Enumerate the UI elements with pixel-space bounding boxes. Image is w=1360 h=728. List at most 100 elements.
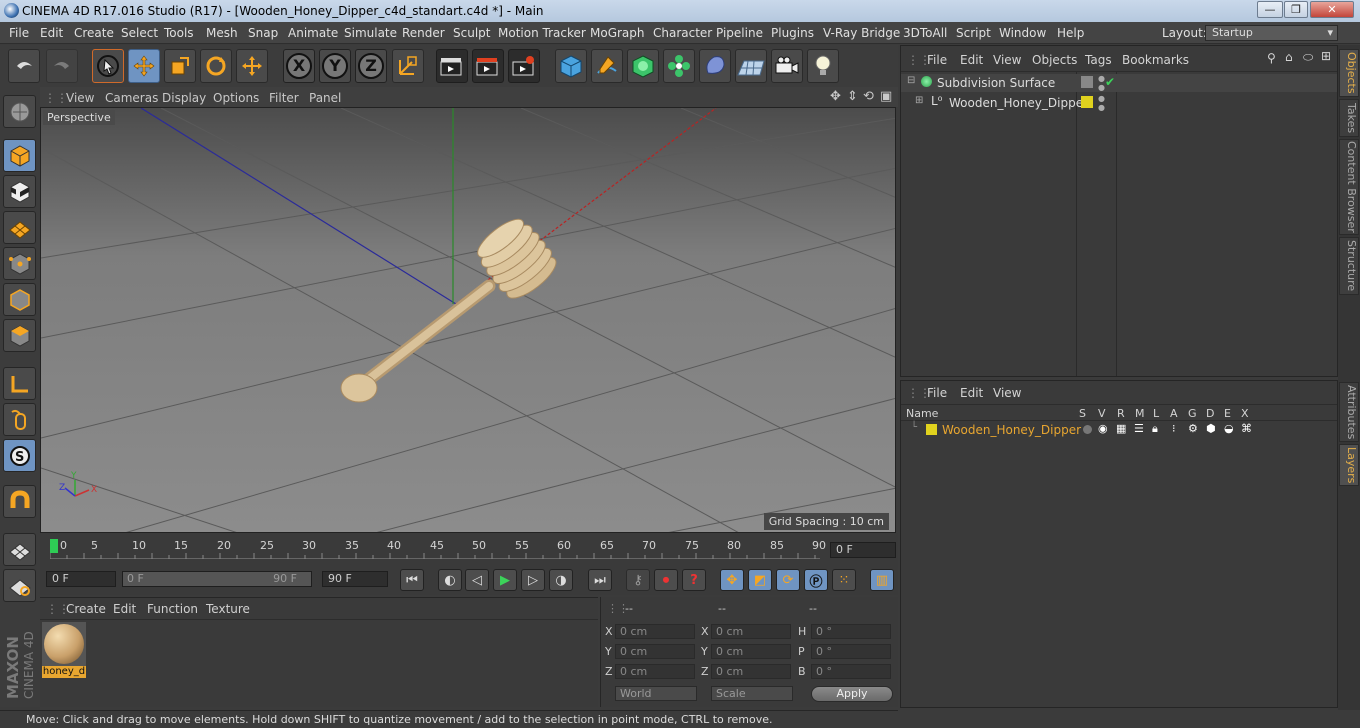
object-menu-bookmarks[interactable]: Bookmarks bbox=[1122, 53, 1189, 67]
generator-icon[interactable]: ⚙ bbox=[1188, 422, 1198, 435]
next-frame-button[interactable]: ▷ bbox=[521, 569, 545, 591]
menu-simulate[interactable]: Simulate bbox=[344, 26, 397, 40]
menu-file[interactable]: File bbox=[9, 26, 29, 40]
move-tool-button[interactable] bbox=[128, 49, 160, 83]
new-window-icon[interactable]: ⊞ bbox=[1321, 49, 1331, 63]
tab-structure[interactable]: Structure bbox=[1339, 237, 1359, 295]
maximize-button[interactable]: ❐ bbox=[1284, 1, 1308, 18]
layer-menu-edit[interactable]: Edit bbox=[960, 386, 983, 400]
enabled-check-icon[interactable]: ✔ bbox=[1105, 75, 1115, 89]
viewport-menu-panel[interactable]: Panel bbox=[309, 91, 341, 105]
rot-b-field[interactable]: 0 ° bbox=[811, 664, 891, 679]
rot-p-field[interactable]: 0 ° bbox=[811, 644, 891, 659]
menu-animate[interactable]: Animate bbox=[288, 26, 338, 40]
record-active-objects-button[interactable]: ⚷ bbox=[626, 569, 650, 591]
menu-window[interactable]: Window bbox=[999, 26, 1046, 40]
manager-icon[interactable]: ☰ bbox=[1134, 422, 1144, 435]
viewport-menu-cameras[interactable]: Cameras bbox=[105, 91, 158, 105]
tab-content-browser[interactable]: Content Browser bbox=[1339, 139, 1359, 235]
coordinate-system-button[interactable] bbox=[392, 49, 424, 83]
tab-attributes[interactable]: Attributes bbox=[1339, 382, 1359, 442]
layout-select[interactable]: Startup ▾ bbox=[1205, 25, 1338, 41]
search-icon[interactable]: ⚲ bbox=[1267, 51, 1276, 65]
perspective-viewport[interactable]: Y X Z Perspective Grid Spacing : 10 cm bbox=[40, 107, 896, 533]
make-editable-button[interactable] bbox=[3, 95, 36, 128]
keyframe-selection-button[interactable]: ? bbox=[682, 569, 706, 591]
undo-button[interactable] bbox=[8, 49, 40, 83]
minimize-button[interactable]: — bbox=[1257, 1, 1283, 18]
polygons-mode-button[interactable] bbox=[3, 319, 36, 352]
menu-select[interactable]: Select bbox=[121, 26, 158, 40]
workplane-lock-button[interactable] bbox=[3, 533, 36, 566]
object-menu-file[interactable]: File bbox=[927, 53, 947, 67]
rotation-key-button[interactable]: ⟳ bbox=[776, 569, 800, 591]
rotate-tool-button[interactable] bbox=[200, 49, 232, 83]
pos-x-field[interactable]: 0 cm bbox=[615, 624, 695, 639]
object-menu-objects[interactable]: Objects bbox=[1032, 53, 1077, 67]
end-frame-field[interactable]: 90 F bbox=[322, 571, 388, 587]
material-swatch[interactable]: honey_d bbox=[42, 622, 86, 678]
timeline[interactable]: 0 5 10 15 20 25 30 35 40 45 50 55 60 65 … bbox=[40, 533, 898, 565]
menu-sculpt[interactable]: Sculpt bbox=[453, 26, 490, 40]
menu-edit[interactable]: Edit bbox=[40, 26, 63, 40]
visibility-dots-icon[interactable]: ● ● bbox=[1098, 94, 1105, 112]
x-axis-lock-button[interactable]: X bbox=[283, 49, 315, 83]
render-icon[interactable]: ▦ bbox=[1116, 422, 1126, 435]
layer-name[interactable]: Wooden_Honey_Dipper bbox=[942, 423, 1081, 437]
eye-icon[interactable]: ◉ bbox=[1098, 422, 1108, 435]
subdivision-surface-button[interactable] bbox=[627, 49, 659, 83]
render-picture-viewer-button[interactable] bbox=[472, 49, 504, 83]
menu-motion-tracker[interactable]: Motion Tracker bbox=[498, 26, 586, 40]
tab-layers[interactable]: Layers bbox=[1339, 444, 1359, 486]
viewport-rotate-icon[interactable]: ⟲ bbox=[863, 89, 874, 104]
position-key-button[interactable]: ✥ bbox=[720, 569, 744, 591]
enable-axis-button[interactable] bbox=[3, 367, 36, 400]
menu-tools[interactable]: Tools bbox=[164, 26, 194, 40]
deformer-button[interactable] bbox=[699, 49, 731, 83]
menu-mograph[interactable]: MoGraph bbox=[590, 26, 645, 40]
current-frame-field[interactable]: 0 F bbox=[830, 542, 896, 558]
workplane-align-button[interactable] bbox=[3, 569, 36, 602]
up-icon[interactable]: ⬭ bbox=[1303, 50, 1313, 65]
animation-icon[interactable]: ⁝ bbox=[1172, 422, 1176, 435]
size-x-field[interactable]: 0 cm bbox=[711, 624, 791, 639]
coordinate-mode-select[interactable]: World bbox=[615, 686, 697, 701]
tweak-mode-button[interactable] bbox=[3, 403, 36, 436]
deformer-icon[interactable]: ⬢ bbox=[1206, 422, 1216, 435]
menu-3dtoall[interactable]: 3DToAll bbox=[903, 26, 947, 40]
timeline-ruler[interactable]: 0 5 10 15 20 25 30 35 40 45 50 55 60 65 … bbox=[50, 539, 826, 559]
pen-spline-button[interactable] bbox=[591, 49, 623, 83]
workplane-mode-button[interactable] bbox=[3, 211, 36, 244]
size-mode-select[interactable]: Scale bbox=[711, 686, 793, 701]
material-menu-create[interactable]: Create bbox=[66, 602, 106, 616]
size-y-field[interactable]: 0 cm bbox=[711, 644, 791, 659]
rot-h-field[interactable]: 0 ° bbox=[811, 624, 891, 639]
frame-range-slider[interactable]: 0 F 90 F bbox=[122, 571, 312, 587]
menu-script[interactable]: Script bbox=[956, 26, 991, 40]
viewport-menu-display[interactable]: Display bbox=[162, 91, 206, 105]
pos-z-field[interactable]: 0 cm bbox=[615, 664, 695, 679]
camera-button[interactable] bbox=[771, 49, 803, 83]
z-axis-lock-button[interactable]: Z bbox=[355, 49, 387, 83]
object-menu-edit[interactable]: Edit bbox=[960, 53, 983, 67]
object-menu-tags[interactable]: Tags bbox=[1085, 53, 1112, 67]
object-row-subdivision[interactable]: ⊟ Subdivision Surface ● ● ✔ bbox=[901, 74, 1337, 92]
viewport-move-icon[interactable]: ✥ bbox=[830, 89, 841, 104]
floor-button[interactable] bbox=[735, 49, 767, 83]
layer-row[interactable]: └ Wooden_Honey_Dipper ◉ ▦ ☰ 🔒︎ ⁝ ⚙ ⬢ ◒ ⌘ bbox=[901, 422, 1337, 438]
scale-tool-button[interactable] bbox=[164, 49, 196, 83]
model-mode-button[interactable] bbox=[3, 139, 36, 172]
snapping-button[interactable]: S bbox=[3, 439, 36, 472]
start-frame-field[interactable]: 0 F bbox=[46, 571, 116, 587]
go-to-end-button[interactable]: ⏭ bbox=[588, 569, 612, 591]
layer-color-icon[interactable] bbox=[1081, 76, 1093, 88]
edges-mode-button[interactable] bbox=[3, 283, 36, 316]
render-view-button[interactable] bbox=[436, 49, 468, 83]
scale-key-button[interactable]: ◩ bbox=[748, 569, 772, 591]
lock-icon[interactable]: 🔒︎ bbox=[1152, 422, 1158, 436]
point-level-animation-button[interactable]: ⁙ bbox=[832, 569, 856, 591]
redo-button[interactable] bbox=[46, 49, 78, 83]
material-menu-edit[interactable]: Edit bbox=[113, 602, 136, 616]
magnet-button[interactable] bbox=[3, 485, 36, 518]
material-menu-texture[interactable]: Texture bbox=[206, 602, 250, 616]
